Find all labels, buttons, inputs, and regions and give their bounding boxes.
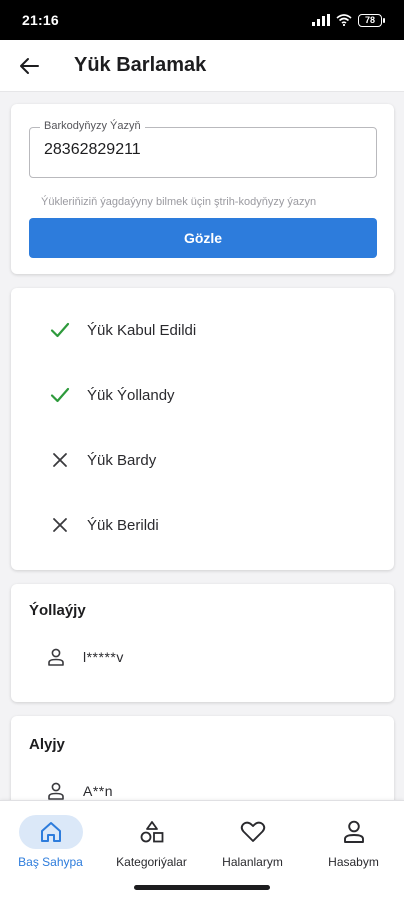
signal-icon bbox=[312, 14, 330, 26]
home-icon bbox=[40, 822, 61, 842]
status-item-sent: Ýük Ýollandy bbox=[11, 375, 394, 415]
receiver-card: Alyjy A**n bbox=[11, 716, 394, 800]
status-icons: 78 bbox=[312, 13, 385, 27]
nav-label: Hasabym bbox=[328, 855, 379, 869]
back-button[interactable] bbox=[0, 40, 58, 92]
receiver-name: A**n bbox=[83, 783, 114, 799]
status-item-arrived: Ýük Bardy bbox=[11, 440, 394, 480]
status-time: 21:16 bbox=[22, 12, 59, 28]
barcode-search-card: Barkodyňyzy Ýazyň Ýükleriňiziň ýagdaýyny… bbox=[11, 104, 394, 274]
close-icon bbox=[53, 518, 67, 532]
app-bar: Yük Barlamak bbox=[0, 40, 404, 92]
close-icon bbox=[53, 453, 67, 467]
nav-categories[interactable]: Kategoriýalar bbox=[101, 815, 202, 869]
nav-label: Halanlarym bbox=[222, 855, 283, 869]
page-title: Yük Barlamak bbox=[74, 54, 207, 76]
status-label: Ýük Berildi bbox=[87, 516, 159, 534]
nav-label: Baş Sahypa bbox=[18, 855, 83, 869]
status-label: Ýük Kabul Edildi bbox=[87, 321, 197, 339]
nav-account[interactable]: Hasabym bbox=[303, 815, 404, 869]
sender-name: l*****v bbox=[83, 649, 124, 665]
content-scroll[interactable]: Barkodyňyzy Ýazyň Ýükleriňiziň ýagdaýyny… bbox=[0, 92, 404, 800]
status-label: Ýük Bardy bbox=[87, 451, 157, 469]
nav-home[interactable]: Baş Sahypa bbox=[0, 815, 101, 869]
barcode-field-label: Barkodyňyzy Ýazyň bbox=[40, 120, 145, 132]
sender-card: Ýollaýjy l*****v bbox=[11, 584, 394, 702]
person-icon bbox=[343, 820, 364, 843]
barcode-field[interactable]: Barkodyňyzy Ýazyň bbox=[29, 120, 377, 178]
categories-icon bbox=[140, 821, 163, 843]
nav-label: Kategoriýalar bbox=[116, 855, 187, 869]
status-item-accepted: Ýük Kabul Edildi bbox=[11, 310, 394, 350]
battery-indicator: 78 bbox=[358, 13, 385, 27]
sender-title: Ýollaýjy bbox=[29, 602, 86, 619]
status-label: Ýük Ýollandy bbox=[87, 386, 175, 404]
barcode-helper-text: Ýükleriňiziň ýagdaýyny bilmek üçin ştrih… bbox=[41, 196, 317, 208]
heart-icon bbox=[240, 821, 265, 842]
search-button[interactable]: Gözle bbox=[29, 218, 377, 258]
shipment-status-card: Ýük Kabul Edildi Ýük Ýollandy Ýük Bardy bbox=[11, 288, 394, 570]
barcode-input[interactable] bbox=[44, 141, 364, 159]
person-icon bbox=[48, 648, 64, 666]
check-icon bbox=[50, 322, 70, 338]
status-item-delivered: Ýük Berildi bbox=[11, 505, 394, 545]
check-icon bbox=[50, 387, 70, 403]
receiver-row: A**n bbox=[47, 782, 113, 800]
nav-favorites[interactable]: Halanlarym bbox=[202, 815, 303, 869]
person-icon bbox=[48, 782, 64, 800]
bottom-navigation: Baş Sahypa Kategoriýalar Halanlarym Hasa… bbox=[0, 800, 404, 900]
status-bar: 21:16 78 bbox=[0, 0, 404, 40]
home-indicator bbox=[134, 885, 270, 890]
arrow-left-icon bbox=[20, 57, 39, 74]
receiver-title: Alyjy bbox=[29, 736, 65, 753]
wifi-icon bbox=[336, 14, 352, 26]
sender-row: l*****v bbox=[47, 648, 124, 666]
